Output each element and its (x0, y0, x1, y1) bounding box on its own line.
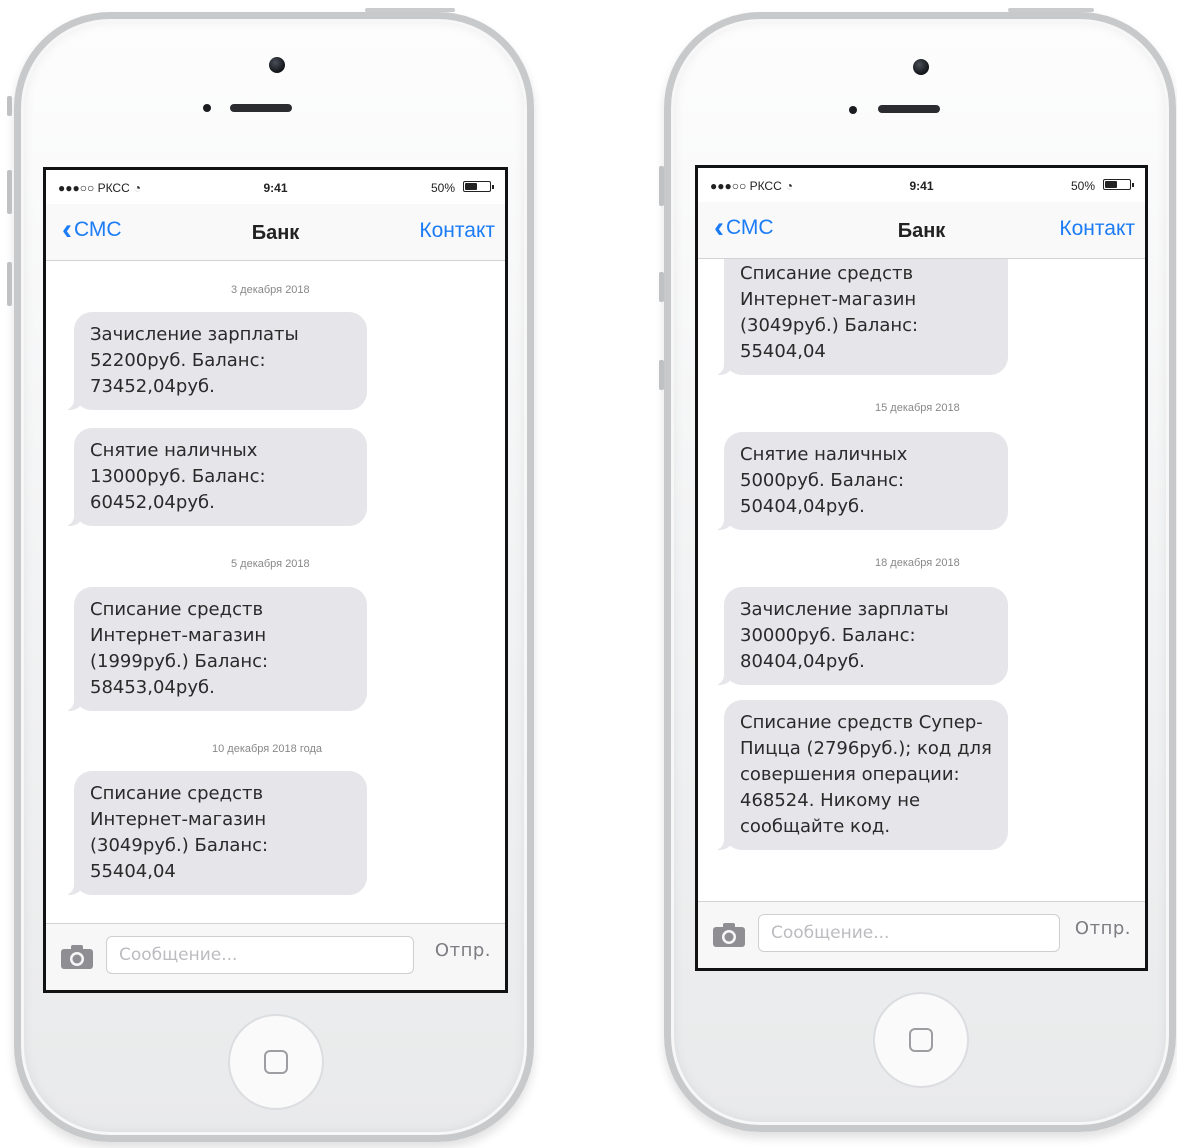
message-bubble[interactable]: Снятие наличных 5000руб. Баланс: 50404,0… (714, 432, 1008, 530)
date-separator: 10 декабря 2018 года (212, 743, 323, 755)
message-bubble[interactable]: Зачисление зарплаты 52200руб. Баланс: 73… (64, 312, 367, 410)
date-separator: 3 декабря 2018 (231, 284, 310, 296)
date-separator: 5 декабря 2018 (231, 558, 310, 570)
right-home-button[interactable] (873, 992, 969, 1088)
send-button[interactable]: Отпр. (435, 940, 491, 961)
message-bubble[interactable]: Снятие наличных 13000руб. Баланс: 60452,… (64, 428, 367, 526)
left-front-camera-icon (269, 57, 285, 73)
nav-bar: ‹СМС Банк Контакт (46, 204, 505, 261)
compose-bar: Отпр. (46, 923, 505, 990)
right-earpiece-speaker (878, 105, 940, 113)
left-phone-volume-up (7, 170, 12, 214)
message-bubble[interactable]: Зачисление зарплаты 30000руб. Баланс: 80… (714, 587, 1008, 685)
message-bubble[interactable]: Списание средств Интернет-магазин (3049р… (714, 259, 1008, 375)
right-phone-power-button (1008, 8, 1094, 12)
home-square-icon (909, 1028, 933, 1052)
message-bubble[interactable]: Списание средств Интернет-магазин (3049р… (64, 771, 367, 895)
home-square-icon (264, 1050, 288, 1074)
left-phone-power-button (365, 8, 455, 12)
right-phone-volume-up (659, 166, 664, 206)
battery-icon (1103, 179, 1134, 190)
date-separator: 15 декабря 2018 (875, 402, 960, 414)
camera-icon[interactable] (712, 922, 746, 948)
right-front-camera-icon (913, 59, 929, 75)
left-earpiece-speaker (230, 104, 292, 112)
right-phone-screen: ●●●○○ РКСС ◔ 9:41 50% ‹СМС Банк Контакт С… (695, 165, 1148, 971)
right-phone-volume-down (659, 272, 664, 302)
left-phone-screen: ●●●○○ РКСС ◔ 9:41 50% ‹СМС Банк Контакт 3… (43, 167, 508, 993)
date-separator: 18 декабря 2018 (875, 557, 960, 569)
status-bar: ●●●○○ РКСС ◔ 9:41 50% (46, 170, 505, 204)
contact-button[interactable]: Контакт (419, 219, 495, 243)
battery-percent: 50% (1070, 179, 1095, 193)
message-input[interactable] (106, 936, 414, 974)
nav-bar: ‹СМС Банк Контакт (698, 202, 1145, 259)
right-phone-mute-switch (659, 360, 664, 390)
message-bubble[interactable]: Списание средств Интернет-магазин (1999р… (64, 587, 367, 711)
battery-icon (463, 181, 494, 192)
camera-icon[interactable] (60, 944, 94, 970)
message-input[interactable] (758, 914, 1060, 952)
compose-bar: Отпр. (698, 901, 1145, 968)
message-bubble[interactable]: Списание средств Супер-Пицца (2796руб.);… (714, 700, 1008, 850)
message-thread[interactable]: 3 декабря 2018 Зачисление зарплаты 52200… (46, 261, 505, 924)
message-thread[interactable]: Списание средств Интернет-магазин (3049р… (698, 259, 1145, 902)
left-home-button[interactable] (228, 1014, 324, 1110)
left-phone-volume-down (7, 262, 12, 306)
left-sensor-icon (203, 104, 211, 112)
send-button[interactable]: Отпр. (1075, 918, 1131, 939)
battery-percent: 50% (430, 181, 455, 195)
contact-button[interactable]: Контакт (1059, 217, 1135, 241)
status-bar: ●●●○○ РКСС ◔ 9:41 50% (698, 168, 1145, 202)
left-phone-mute-switch (7, 96, 12, 116)
right-sensor-icon (849, 106, 857, 114)
